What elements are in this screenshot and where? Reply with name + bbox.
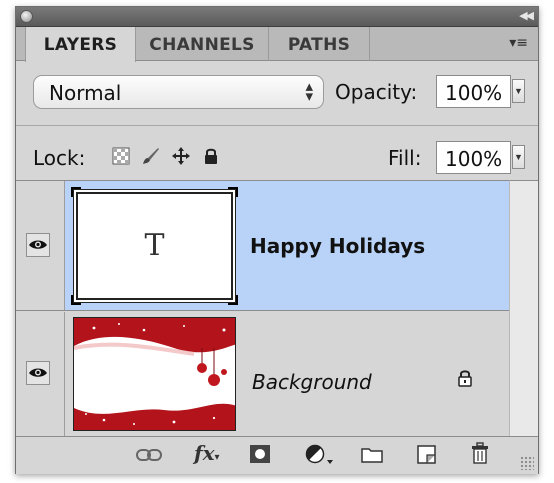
eye-icon[interactable] bbox=[26, 361, 50, 385]
layer-lock-icon bbox=[458, 370, 472, 387]
fill-field[interactable]: 100% bbox=[436, 141, 511, 174]
delete-layer-icon[interactable] bbox=[471, 442, 489, 464]
layer-name-happy-holidays[interactable]: Happy Holidays bbox=[250, 234, 425, 258]
lock-label: Lock: bbox=[33, 146, 86, 170]
blend-mode-select[interactable]: Normal ▴ ▾ bbox=[33, 75, 324, 109]
lock-all-icon[interactable] bbox=[202, 147, 220, 165]
type-layer-glyph: T bbox=[144, 228, 165, 263]
opacity-dropdown-icon[interactable]: ▼ bbox=[512, 79, 525, 103]
select-arrows-icon: ▴ ▾ bbox=[305, 77, 313, 105]
fill-label: Fill: bbox=[388, 146, 422, 170]
opacity-label: Opacity: bbox=[335, 80, 418, 104]
tab-paths[interactable]: PATHS bbox=[269, 27, 370, 61]
eye-icon[interactable] bbox=[26, 233, 50, 257]
divider bbox=[16, 125, 538, 126]
tab-bar: LAYERS CHANNELS PATHS ▾≡ bbox=[16, 27, 538, 62]
new-group-icon[interactable] bbox=[361, 446, 383, 463]
close-icon[interactable] bbox=[20, 10, 33, 23]
lock-transparent-pixels-icon[interactable] bbox=[112, 147, 130, 165]
adjustment-layer-icon[interactable] bbox=[305, 444, 335, 466]
layer-name-background[interactable]: Background bbox=[252, 370, 372, 394]
blend-mode-value: Normal bbox=[49, 81, 122, 105]
tab-channels[interactable]: CHANNELS bbox=[136, 27, 269, 61]
lock-position-icon[interactable] bbox=[172, 147, 190, 165]
link-layers-icon[interactable] bbox=[136, 448, 162, 462]
layers-scrollbar[interactable] bbox=[509, 180, 538, 436]
layers-panel: ◀◀ LAYERS CHANNELS PATHS ▾≡ Normal ▴ ▾ Op… bbox=[15, 6, 539, 474]
bottom-toolbar: fx▾ bbox=[16, 436, 538, 474]
opacity-field[interactable]: 100% bbox=[436, 75, 511, 108]
resize-grip-icon[interactable] bbox=[520, 456, 534, 470]
selection-corner bbox=[71, 295, 81, 305]
new-layer-icon[interactable] bbox=[417, 445, 436, 464]
collapse-icon[interactable]: ◀◀ bbox=[519, 9, 534, 22]
panel-title-bar[interactable]: ◀◀ bbox=[16, 7, 538, 27]
tab-layers[interactable]: LAYERS bbox=[25, 27, 136, 62]
text-layer-thumbnail[interactable]: T bbox=[71, 187, 238, 305]
background-layer-thumbnail[interactable] bbox=[73, 317, 236, 431]
panel-menu-icon[interactable]: ▾≡ bbox=[509, 35, 528, 51]
add-mask-icon[interactable] bbox=[249, 444, 271, 464]
selection-corner bbox=[228, 295, 238, 305]
fill-dropdown-icon[interactable]: ▼ bbox=[512, 145, 525, 169]
visibility-cell bbox=[16, 312, 65, 437]
lock-image-pixels-icon[interactable] bbox=[142, 147, 160, 165]
layers-list: T Happy Holidays Background bbox=[16, 180, 509, 437]
layer-style-fx-icon[interactable]: fx▾ bbox=[194, 441, 220, 465]
layer-row-background[interactable]: Background bbox=[16, 312, 509, 437]
layer-row-happy-holidays[interactable]: T Happy Holidays bbox=[16, 181, 509, 311]
selection-corner bbox=[228, 187, 238, 197]
selection-corner bbox=[71, 187, 81, 197]
visibility-cell bbox=[16, 181, 65, 310]
